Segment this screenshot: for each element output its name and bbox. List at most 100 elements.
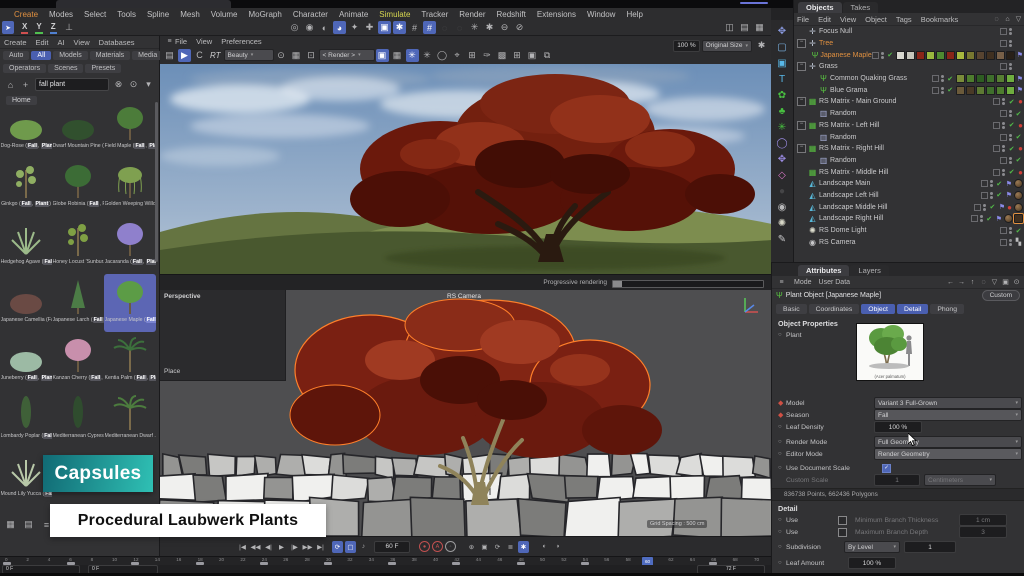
material-chip[interactable]: [956, 86, 965, 95]
image-icon[interactable]: ▩: [496, 49, 509, 62]
asset-item-kentia[interactable]: Kentia Palm (Fall, Plant): [104, 332, 156, 390]
enabled-check-icon[interactable]: ✔: [1014, 227, 1023, 235]
material-chip[interactable]: [906, 51, 915, 60]
object-row-random[interactable]: ▥Random✔: [794, 108, 1024, 120]
back-icon[interactable]: ←: [946, 277, 955, 287]
clear-search-icon[interactable]: ⊗: [112, 78, 125, 91]
om-menu-bookmarks[interactable]: Bookmarks: [921, 15, 959, 24]
asset-item-jacaranda[interactable]: Jacaranda (Fall, Plant): [104, 216, 156, 274]
menu-mesh[interactable]: Mesh: [180, 10, 200, 19]
use-max-branch-checkbox[interactable]: [838, 528, 847, 537]
disabled-icon-2[interactable]: ◌: [453, 21, 466, 34]
motext-icon[interactable]: T: [775, 72, 790, 87]
xpresso-flag-icon[interactable]: ⚑: [1017, 86, 1023, 94]
redshift-object-tag-icon[interactable]: ●: [1018, 97, 1023, 106]
rv-menu-preferences[interactable]: Preferences: [221, 37, 261, 46]
ab-menu-databases[interactable]: Databases: [99, 38, 135, 47]
asset-item-japanese[interactable]: Japanese Larch (Fall, Pl...: [52, 274, 104, 332]
object-row-rs-matrix-middle-hill[interactable]: ▦RS Matrix - Middle Hill✔●: [794, 166, 1024, 178]
menu-tracker[interactable]: Tracker: [421, 10, 448, 19]
object-row-random[interactable]: ▥Random✔: [794, 155, 1024, 167]
menu-redshift[interactable]: Redshift: [497, 10, 526, 19]
redshift-object-tag-icon[interactable]: ●: [1018, 121, 1023, 130]
tab-objects[interactable]: Objects: [798, 2, 842, 13]
material-chip[interactable]: [976, 86, 985, 95]
cube-primitive-icon[interactable]: ▣: [775, 56, 790, 71]
record-pla-icon[interactable]: ✱: [518, 541, 529, 553]
compare-grid-icon[interactable]: ▦: [290, 49, 303, 62]
leaf-density-field[interactable]: 100 %: [874, 421, 922, 433]
environment-icon[interactable]: ●: [775, 184, 790, 199]
subdivision-mode-dropdown[interactable]: By Level▾: [844, 541, 900, 553]
copy-image-icon[interactable]: ⧉: [541, 49, 554, 62]
tab-object[interactable]: Object: [861, 304, 895, 314]
material-chip[interactable]: [986, 51, 995, 60]
viewport-view-label[interactable]: Perspective: [164, 293, 201, 300]
save-image-icon[interactable]: ▤: [163, 49, 176, 62]
expand-toggle-icon[interactable]: −: [797, 97, 806, 106]
material-chip[interactable]: [976, 51, 985, 60]
asset-item-honey[interactable]: Honey Locust 'Sunbur...: [52, 216, 104, 274]
add-icon[interactable]: +: [19, 78, 32, 91]
material-chip[interactable]: [1006, 51, 1015, 60]
enabled-check-icon[interactable]: ✔: [985, 215, 994, 223]
camera-icon[interactable]: ◉: [775, 200, 790, 215]
take-preview-icon[interactable]: ▢: [345, 541, 356, 553]
menu-character[interactable]: Character: [293, 10, 328, 19]
enabled-check-icon[interactable]: ✔: [995, 180, 1004, 188]
menu-create[interactable]: Create: [14, 10, 38, 19]
material-tag-icon[interactable]: [1014, 179, 1023, 188]
visibility-dots[interactable]: [1002, 122, 1005, 129]
panel-menu-icon[interactable]: ≡: [777, 276, 786, 289]
grid-icon[interactable]: #: [408, 21, 421, 34]
asset-item-kanzan[interactable]: Kanzan Cherry (Fall, Pl...: [52, 332, 104, 390]
asset-item-field[interactable]: Field Maple (Fall, Plant): [104, 100, 156, 158]
focus-icon[interactable]: ⌖: [451, 49, 464, 62]
xpresso-flag-icon[interactable]: ⚑: [1006, 191, 1012, 199]
ab-menu-create[interactable]: Create: [4, 38, 27, 47]
layout-render-icon[interactable]: ◫: [723, 21, 736, 34]
tab-materials[interactable]: Materials: [90, 51, 130, 60]
visibility-dots[interactable]: [1002, 98, 1005, 105]
disabled-icon-1[interactable]: ◌: [438, 21, 451, 34]
enabled-check-icon[interactable]: ✔: [946, 86, 955, 94]
asset-item-japanese[interactable]: Japanese Maple (Fall, ...: [104, 274, 156, 332]
ab-compare-icon[interactable]: ⊙: [275, 49, 288, 62]
disable-icon[interactable]: ⊘: [513, 21, 526, 34]
material-chip[interactable]: [1006, 86, 1015, 95]
tab-detail[interactable]: Detail: [897, 304, 928, 314]
world-grid-icon[interactable]: ◉: [303, 21, 316, 34]
visibility-dots[interactable]: [1002, 145, 1005, 152]
redshift-object-tag-icon[interactable]: ●: [1018, 144, 1023, 153]
history-icon[interactable]: ⊙: [1012, 277, 1021, 287]
expand-toggle-icon[interactable]: −: [797, 39, 806, 48]
visibility-dots[interactable]: [1009, 157, 1012, 164]
render-settings-gear-icon[interactable]: ✱: [755, 39, 768, 52]
lock-workplane-icon[interactable]: ▣: [378, 21, 391, 34]
effector-icon[interactable]: ✳: [775, 120, 790, 135]
layer-chip[interactable]: [1000, 227, 1007, 234]
object-row-japanese-maple[interactable]: ΨJapanese Maple✔⚑: [794, 49, 1024, 61]
axis-modeling-icon[interactable]: ⊥: [63, 21, 76, 34]
asset-item-golden[interactable]: Golden Weeping Willo...: [104, 158, 156, 216]
tab-media[interactable]: Media: [132, 51, 163, 60]
layer-chip[interactable]: [1000, 157, 1007, 164]
cloner-icon[interactable]: ♣: [775, 104, 790, 119]
om-menu-file[interactable]: File: [797, 15, 809, 24]
asset-item-juneberry[interactable]: Juneberry (Fall, Plant): [0, 332, 52, 390]
save-search-icon[interactable]: ⊙: [127, 78, 140, 91]
asset-item-ginkgo[interactable]: Ginkgo (Fall, Plant): [0, 158, 52, 216]
shading-active-icon[interactable]: ◕: [333, 21, 346, 34]
axis-y-button[interactable]: Y: [35, 22, 42, 34]
redshift-object-tag-icon[interactable]: ●: [1007, 203, 1012, 212]
search-icon[interactable]: ◌: [992, 15, 1001, 24]
object-row-landscape-middle-hill[interactable]: ◭Landscape Middle Hill✔⚑●: [794, 201, 1024, 213]
enabled-check-icon[interactable]: ✔: [1007, 168, 1016, 176]
light-icon[interactable]: ✺: [775, 216, 790, 231]
document-tab[interactable]: [56, 0, 231, 8]
expand-toggle-icon[interactable]: −: [797, 62, 806, 71]
snap-icon[interactable]: ✳: [468, 21, 481, 34]
layout-quad-icon[interactable]: ▦: [753, 21, 766, 34]
layer-chip[interactable]: [993, 98, 1000, 105]
object-row-rs-dome-light[interactable]: ✺RS Dome Light✔: [794, 225, 1024, 237]
